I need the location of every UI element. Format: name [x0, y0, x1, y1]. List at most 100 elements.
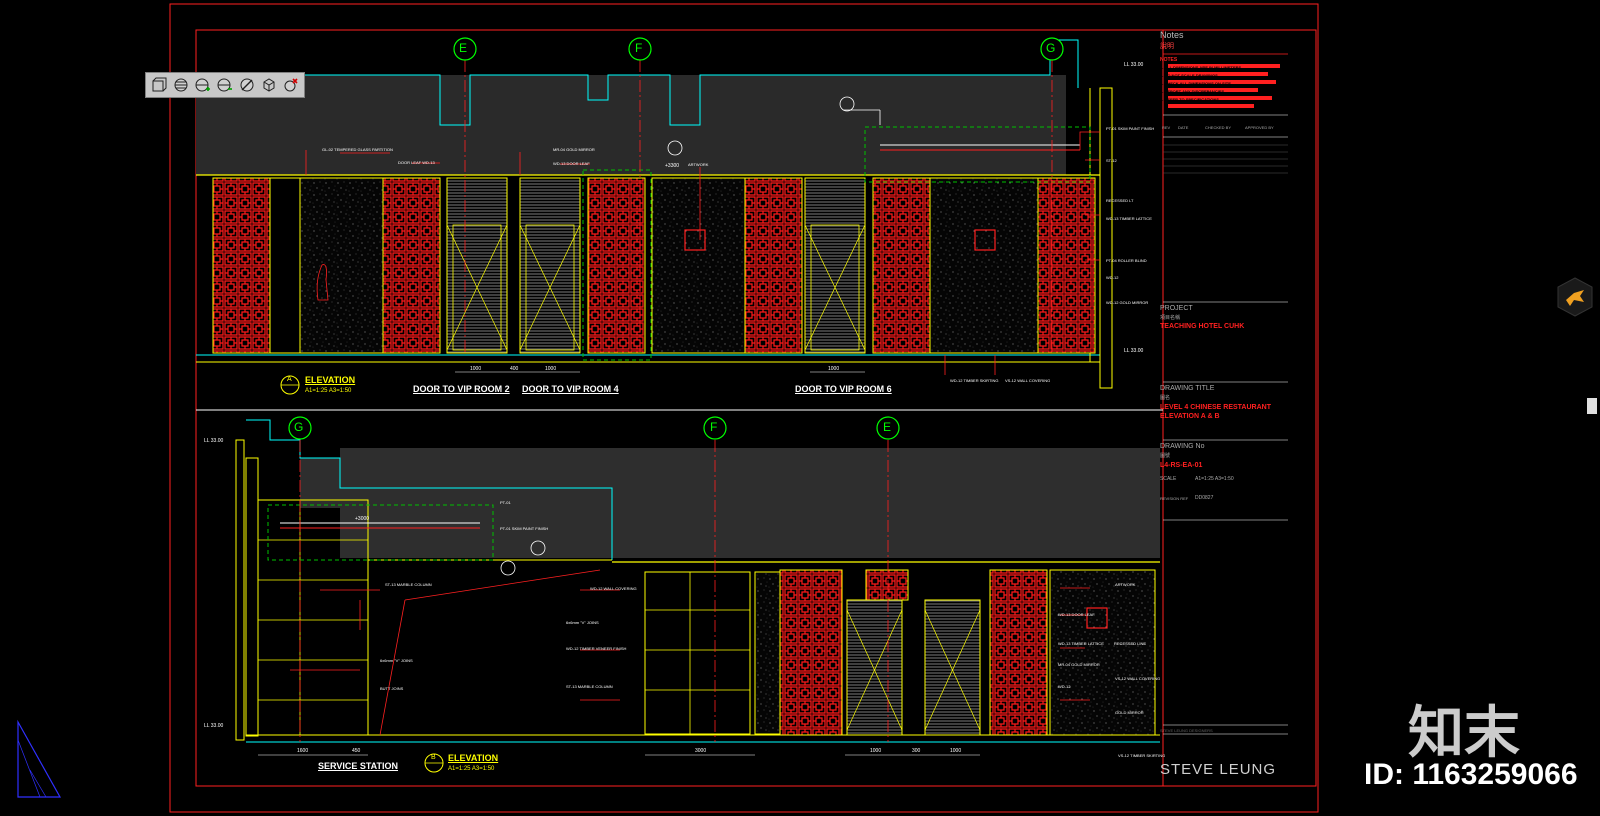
- project-cn: 項目名稱: [1160, 315, 1181, 321]
- callout-b-11: WD-13 DOOR LEAF: [1058, 612, 1095, 617]
- callout-b-5: 6x6mm "V" JOINS: [566, 620, 599, 625]
- red-note-0: NOTES: [1160, 57, 1178, 63]
- grid-label-g-bottom: G: [294, 420, 304, 434]
- drawing-no-cn: 圖號: [1160, 453, 1171, 459]
- dim-b-3: 3000: [695, 748, 707, 754]
- drawing-no-label: DRAWING No: [1160, 443, 1205, 450]
- dim-b-1: 1600: [297, 748, 309, 754]
- drawing-no-value: L4-RS-EA-01: [1160, 462, 1203, 469]
- rev-header-1: DATE: [1178, 125, 1189, 130]
- view-toolbar[interactable]: [145, 72, 305, 98]
- callout-b-10: ARTWORK: [1115, 582, 1136, 587]
- scale-label: SCALE: [1160, 476, 1177, 482]
- callout-a-r7: WD-12 GOLD MIRROR: [1106, 300, 1149, 305]
- dim-a-top: +3300: [665, 163, 680, 169]
- callout-b-13: MR-04 GOLD MIRROR: [1058, 662, 1100, 667]
- revision-value: DD0827: [1195, 495, 1214, 501]
- dim-a-1: 1000: [470, 366, 482, 372]
- revision-label: REVISION REF: [1160, 496, 1189, 501]
- red-note-5: 5. REFER TO SPECIFICATIONS: [1160, 97, 1219, 102]
- callout-b-18: RECESSED LINE: [1114, 641, 1147, 646]
- red-note-2: 2. DO NOT SCALE DRAWINGS: [1160, 73, 1218, 78]
- level-a-top: LL 33.00: [1124, 62, 1144, 68]
- close-view-icon[interactable]: [281, 75, 301, 95]
- door-label-vip-4: DOOR TO VIP ROOM 4: [522, 384, 619, 394]
- level-b-top: LL 33.00: [204, 438, 224, 444]
- callout-b-4: WD-12 WALL COVERING: [590, 586, 637, 591]
- elevation-a-scale: A1=1:25 A3=1:50: [305, 388, 352, 394]
- callout-a-door-leaf-2: WD-13 DOOR LEAF: [553, 161, 590, 166]
- share-bird-button[interactable]: [1554, 276, 1596, 318]
- grid-label-g-top: G: [1046, 41, 1056, 55]
- red-note-1: 1. ALL DIMENSIONS ARE IN MILLIMETERS: [1160, 65, 1242, 70]
- dim-b-top: +3000: [355, 516, 370, 522]
- drawing-title-cn: 圖名: [1160, 395, 1171, 401]
- callout-a-r2: ST-12: [1106, 158, 1117, 163]
- callout-a-artwork: ARTWORK: [688, 162, 709, 167]
- callout-b-1: PT-01: [500, 500, 511, 505]
- named-view-icon[interactable]: [215, 75, 235, 95]
- scrollbar-thumb[interactable]: [1587, 398, 1597, 414]
- dim-b-6: 1000: [950, 748, 962, 754]
- callout-b-14: WD-12: [1058, 684, 1071, 689]
- footer-small: STEVE LEUNG DESIGNERS: [1160, 728, 1213, 733]
- service-station-label: SERVICE STATION: [318, 761, 399, 771]
- grid-label-e-top: E: [459, 41, 468, 55]
- callout-a-r3: RECESSED LT: [1106, 198, 1134, 203]
- door-label-vip-2: DOOR TO VIP ROOM 2: [413, 384, 510, 394]
- project-label: PROJECT: [1160, 305, 1193, 312]
- dim-a-4: 1000: [828, 366, 840, 372]
- rev-header-0: REV: [1162, 125, 1171, 130]
- view-cube-icon[interactable]: [149, 75, 169, 95]
- dim-a-3: 1000: [545, 366, 557, 372]
- hide-view-icon[interactable]: [237, 75, 257, 95]
- callout-a-r4: WD-13 TIMBER LATTICE: [1106, 216, 1152, 221]
- red-note-3: 3. CHECK ALL DIMENSIONS ON SITE: [1160, 81, 1231, 86]
- callout-a-b1: WD-12 TIMBER SKIRTING: [950, 378, 999, 383]
- callout-a-r6: WD-12: [1106, 275, 1119, 280]
- callout-b-16: GOLD MIRROR: [1115, 710, 1144, 715]
- scale-value: A1=1:25 A3=1:50: [1195, 476, 1234, 482]
- level-b-bottom: LL 33.00: [204, 723, 224, 729]
- callout-b-17: VS-12 TIMBER SKIRTING: [1118, 753, 1166, 758]
- elevation-b-scale: A1=1:25 A3=1:50: [448, 766, 495, 772]
- watermark-id: ID: 1163259066: [1364, 758, 1578, 791]
- dim-b-2: 450: [352, 748, 361, 754]
- grid-label-f-bottom: F: [710, 420, 718, 434]
- callout-b-12: WD-13 TIMBER LATTICE: [1058, 641, 1104, 646]
- callout-b-2: PT-01 SKIM PAINT FINISH: [500, 526, 549, 531]
- callout-b-3: ST-13 MARBLE COLUMN: [385, 582, 432, 587]
- callout-b-15: VS-12 WALL COVERING: [1115, 676, 1161, 681]
- callout-a-b2: VS-12 WALL COVERING: [1005, 378, 1051, 383]
- callout-a-gold-mirror: MR-04 GOLD MIRROR: [553, 147, 595, 152]
- title-block: Notes 說明 NOTES 1. ALL DIMENSIONS ARE IN …: [1160, 25, 1288, 783]
- brand-logo: STEVE LEUNG: [1160, 761, 1277, 778]
- callout-a-door-leaf: DOOR LEAF WD-13: [398, 160, 435, 165]
- elevation-a-marker: A: [287, 376, 292, 383]
- elevation-b-marker: B: [431, 754, 436, 761]
- notes-label: Notes: [1160, 30, 1184, 40]
- dim-b-4: 1000: [870, 748, 882, 754]
- rev-header-3: APPROVED BY: [1245, 125, 1274, 130]
- add-view-icon[interactable]: [193, 75, 213, 95]
- elevation-b-title: ELEVATION: [448, 753, 499, 763]
- cad-drawing-canvas[interactable]: [0, 0, 1600, 816]
- notes-cn: 說明: [1160, 43, 1174, 50]
- elevation-b-drawing: [235, 419, 1160, 756]
- red-note-4: 4. REPORT ANY DISCREPANCIES: [1160, 89, 1225, 94]
- dim-b-5: 300: [912, 748, 921, 754]
- drawing-title-line-2: ELEVATION A & B: [1160, 413, 1220, 420]
- elevation-a-drawing: [196, 39, 1113, 389]
- watermark-brand: 知末: [1408, 701, 1520, 764]
- drawing-title-label: DRAWING TITLE: [1160, 385, 1215, 392]
- callout-b-7: ST-13 MARBLE COLUMN: [566, 684, 613, 689]
- grid-label-e-bottom: E: [883, 420, 892, 434]
- callout-a-glass: GL-02 TEMPERED GLASS PARTITION: [322, 147, 393, 152]
- drawing-title-line-1: LEVEL 4 CHINESE RESTAURANT: [1160, 404, 1271, 411]
- callout-a-r5: PT-04 ROLLER BLIND: [1106, 258, 1147, 263]
- dim-a-2: 400: [510, 366, 519, 372]
- orbit-icon[interactable]: [171, 75, 191, 95]
- callout-a-r1: PT-01 SKIM PAINT FINISH: [1106, 126, 1155, 131]
- callout-b-8: 6x6mm "V" JOINS: [380, 658, 413, 663]
- box-icon[interactable]: [259, 75, 279, 95]
